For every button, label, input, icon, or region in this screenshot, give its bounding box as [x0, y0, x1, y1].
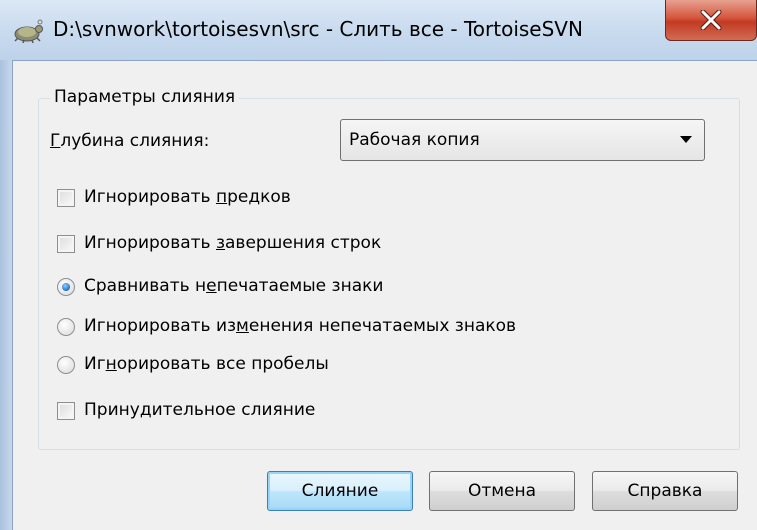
ignore-all-whitespace-label[interactable]: Игнорировать все пробелы	[84, 354, 329, 374]
merge-depth-label-accel: Г	[50, 131, 61, 151]
ignore-ancestry-label[interactable]: Игнорировать предков	[84, 187, 291, 207]
merge-depth-label-rest: лубина слияния:	[60, 131, 210, 151]
label-part: Сравнивать н	[84, 276, 207, 296]
ignore-whitespace-changes-label[interactable]: Игнорировать изменения непечатаемых знак…	[84, 316, 516, 336]
close-x-icon	[700, 10, 722, 30]
label-part: орировать все пробелы	[116, 354, 329, 374]
checkbox-box[interactable]	[57, 189, 75, 207]
merge-button[interactable]: Слияние	[267, 471, 413, 511]
label-part: редков	[227, 187, 291, 207]
group-legend: Параметры слияния	[50, 87, 240, 107]
help-button[interactable]: Справка	[592, 471, 738, 511]
label-accel: е	[206, 276, 217, 296]
title-bar[interactable]: D:\svnwork\tortoisesvn\src - Слить все -…	[0, 0, 757, 60]
checkbox-box[interactable]	[57, 235, 75, 253]
label-accel: м	[236, 316, 249, 336]
label-part: енения непечатаемых знаков	[248, 316, 517, 336]
label-accel: п	[215, 187, 228, 207]
radio-button[interactable]	[57, 356, 75, 374]
label-part: авершения строк	[225, 233, 382, 253]
label-part: Игнорировать	[84, 233, 216, 253]
label-part: Игнорировать	[84, 187, 216, 207]
ignore-eol-label[interactable]: Игнорировать завершения строк	[84, 233, 381, 253]
cancel-button[interactable]: Отмена	[429, 471, 575, 511]
window-border-left	[0, 60, 12, 530]
label-accel: з	[215, 233, 226, 253]
label-part: Игнорировать из	[84, 316, 237, 336]
tortoise-icon	[10, 19, 44, 44]
radio-button[interactable]	[57, 278, 75, 296]
chevron-down-icon	[680, 136, 692, 143]
force-merge-label[interactable]: Принудительное слияние	[84, 400, 315, 420]
label-accel: д	[139, 400, 152, 420]
radio-button[interactable]	[57, 318, 75, 336]
label-accel: н	[105, 354, 117, 374]
window-title: D:\svnwork\tortoisesvn\src - Слить все -…	[53, 17, 583, 41]
label-part: Иг	[84, 354, 106, 374]
checkbox-box[interactable]	[57, 402, 75, 420]
merge-depth-selected: Рабочая копия	[349, 130, 480, 150]
merge-depth-combobox[interactable]: Рабочая копия	[340, 119, 705, 161]
label-part: ительное слияние	[151, 400, 316, 420]
close-button[interactable]	[665, 0, 757, 41]
merge-depth-label: Глубина слияния:	[50, 131, 209, 151]
label-part: печатаемые знаки	[216, 276, 384, 296]
label-part: Прину	[84, 400, 140, 420]
compare-whitespace-label[interactable]: Сравнивать непечатаемые знаки	[84, 276, 383, 296]
